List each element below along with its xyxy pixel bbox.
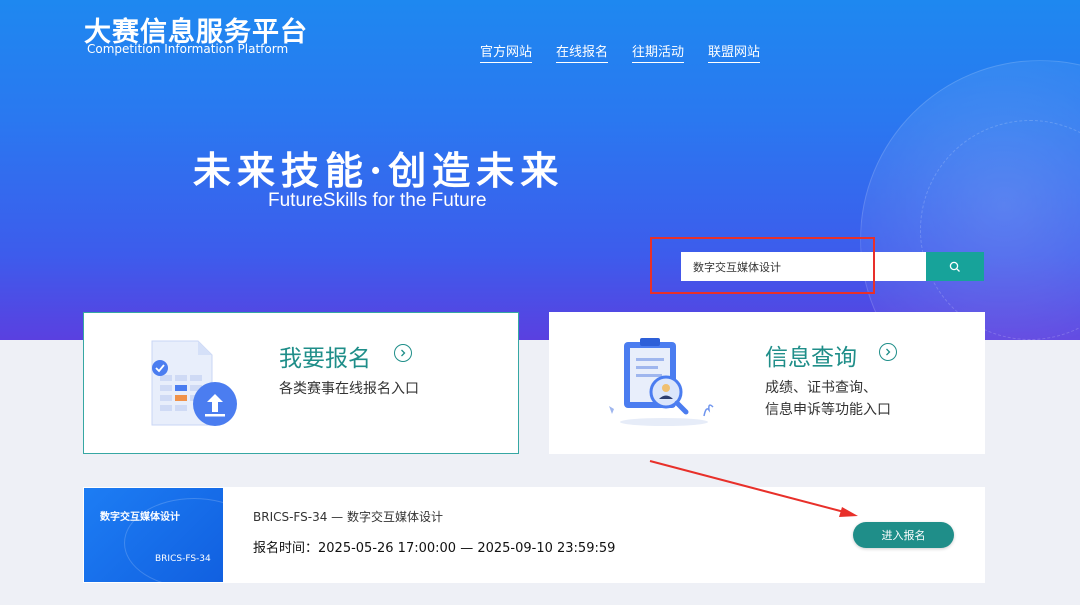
- query-card[interactable]: 信息查询 成绩、证书查询、 信息申诉等功能入口: [549, 312, 985, 454]
- form-upload-icon: [151, 340, 237, 426]
- nav-past-events[interactable]: 往期活动: [632, 41, 685, 63]
- document-search-icon: [609, 338, 714, 426]
- site-logo-subtitle: Competition Information Platform: [87, 42, 289, 56]
- nav-alliance-site[interactable]: 联盟网站: [708, 41, 761, 63]
- register-arrow-icon[interactable]: [394, 344, 412, 362]
- search-icon: [949, 261, 960, 272]
- query-card-title: 信息查询: [765, 345, 857, 371]
- competition-name: BRICS-FS-34 — 数字交互媒体设计: [253, 510, 443, 524]
- hero-slogan-cn: 未来技能·创造未来: [193, 148, 565, 193]
- query-card-desc-line1: 成绩、证书查询、: [765, 380, 877, 396]
- register-card-desc: 各类赛事在线报名入口: [279, 381, 419, 397]
- query-card-desc-line2: 信息申诉等功能入口: [765, 402, 891, 418]
- search-button[interactable]: [926, 252, 984, 281]
- top-nav: 官方网站 在线报名 往期活动 联盟网站: [480, 41, 761, 63]
- thumbnail-title: 数字交互媒体设计: [100, 512, 180, 523]
- competition-thumbnail[interactable]: 数字交互媒体设计 BRICS-FS-34: [84, 488, 223, 582]
- nav-official-site[interactable]: 官方网站: [480, 41, 533, 63]
- enter-registration-button[interactable]: 进入报名: [853, 522, 954, 548]
- search-input[interactable]: [681, 252, 926, 281]
- query-arrow-icon[interactable]: [879, 343, 897, 361]
- nav-online-registration[interactable]: 在线报名: [556, 41, 609, 63]
- register-card[interactable]: 我要报名 各类赛事在线报名入口: [83, 312, 519, 454]
- competition-item: 数字交互媒体设计 BRICS-FS-34 BRICS-FS-34 — 数字交互媒…: [83, 487, 985, 583]
- thumbnail-code: BRICS-FS-34: [155, 554, 211, 564]
- registration-time: 报名时间：2025-05-26 17:00:00 — 2025-09-10 23…: [253, 541, 616, 556]
- register-card-title: 我要报名: [279, 346, 371, 372]
- hero-slogan-en: FutureSkills for the Future: [268, 190, 487, 211]
